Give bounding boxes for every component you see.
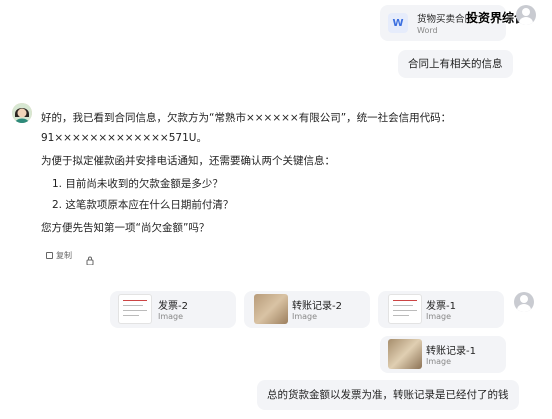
copy-label: 复制 (56, 251, 72, 260)
invoice-thumbnail (118, 294, 152, 324)
assistant-line-4: 您方便先告知第一项“尚欠金额”吗？ (41, 222, 210, 234)
copy-button[interactable]: 复制 (46, 250, 72, 261)
copy-icon (46, 252, 53, 259)
attachment-name: 转账记录-1 (426, 346, 476, 357)
user-message-1: 合同上有相关的信息 (398, 50, 513, 78)
attachment-name: 发票-1 (426, 301, 456, 312)
assistant-line-2: 91×××××××××××××571U。 (41, 132, 207, 144)
attachment-card[interactable]: 转账记录-1 Image (380, 336, 506, 373)
user-avatar-top (516, 5, 536, 25)
assistant-question-2: 2. 这笔款项原本应在什么日期前付清？ (52, 199, 234, 211)
transfer-record-thumbnail (254, 294, 288, 324)
user-message-2: 总的货款金额以发票为准，转账记录是已经付了的钱 (257, 380, 519, 410)
attachment-type: Image (158, 312, 184, 321)
transfer-record-thumbnail (388, 339, 422, 369)
attachment-card[interactable]: 发票-1 Image (378, 291, 504, 328)
user-avatar-bottom (514, 292, 534, 312)
word-file-icon: W (388, 13, 408, 33)
invoice-thumbnail (388, 294, 422, 324)
assistant-avatar (12, 103, 32, 123)
attachment-type: Image (292, 312, 318, 321)
assistant-line-3: 为便于拟定催款函并安排电话通知，还需要确认两个关键信息： (41, 155, 335, 167)
assistant-line-1: 好的，我已看到合同信息，欠款方为“常熟市××××××有限公司”，统一社会信用代码… (41, 112, 452, 124)
file-type: Word (417, 26, 438, 35)
attachment-card[interactable]: 发票-2 Image (110, 291, 236, 328)
attachment-type: Image (426, 357, 452, 366)
attachment-name: 发票-2 (158, 301, 188, 312)
attachment-card[interactable]: 转账记录-2 Image (244, 291, 370, 328)
assistant-question-1: 1. 目前尚未收到的欠款金额是多少？ (52, 178, 223, 190)
lock-icon[interactable] (86, 250, 94, 266)
attachment-type: Image (426, 312, 452, 321)
attachment-name: 转账记录-2 (292, 301, 342, 312)
